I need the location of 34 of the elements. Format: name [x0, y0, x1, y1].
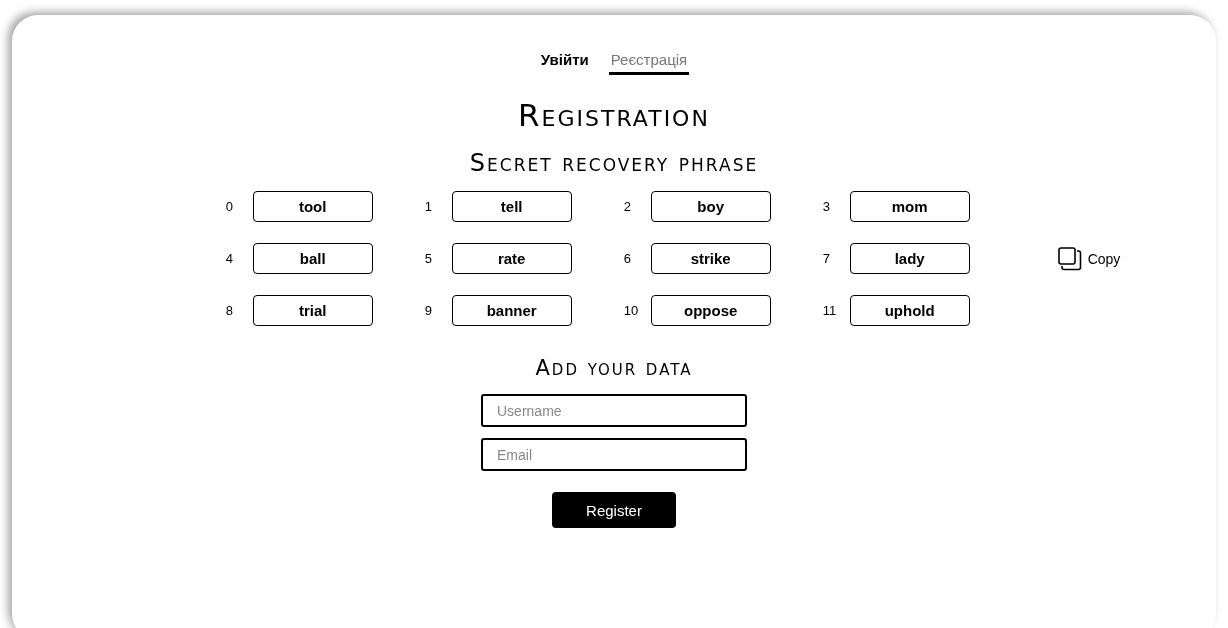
word-number: 10 [623, 303, 640, 318]
input-field[interactable]: Email [481, 438, 747, 471]
copy-icon [1057, 246, 1082, 271]
page-title: Registration [517, 97, 711, 133]
phrase-word: oppose [650, 295, 771, 326]
phrase-word: ball [252, 243, 373, 274]
word-number: 4 [225, 251, 234, 266]
copy-button[interactable]: Copy [1057, 246, 1121, 271]
phrase-word: lady [849, 243, 970, 274]
phrase-word: uphold [849, 295, 970, 326]
phrase-word: strike [650, 243, 771, 274]
phrase-word: tell [451, 191, 572, 222]
phrase-word: tool [252, 191, 373, 222]
input-field[interactable]: Username [481, 394, 747, 427]
word-number: 5 [424, 251, 433, 266]
word-number: 3 [822, 199, 831, 214]
phrase-word: trial [252, 295, 373, 326]
phrase-word: mom [849, 191, 970, 222]
word-number: 11 [822, 303, 838, 318]
word-number: 9 [424, 303, 433, 318]
word-number: 8 [225, 303, 234, 318]
word-number: 1 [424, 199, 433, 214]
register-button[interactable]: Register [552, 492, 676, 528]
phrase-word: boy [650, 191, 771, 222]
phrase-word: banner [451, 295, 572, 326]
phrase-word: rate [451, 243, 572, 274]
word-number: 0 [225, 199, 234, 214]
section-heading: Secret recovery phrase [469, 149, 759, 177]
word-number: 6 [623, 251, 632, 266]
word-number: 2 [623, 199, 632, 214]
tab[interactable]: Увійти [538, 49, 591, 75]
word-number: 7 [822, 251, 831, 266]
section-heading: Add your data [535, 356, 693, 380]
tab[interactable]: Реєстрація [608, 49, 690, 75]
